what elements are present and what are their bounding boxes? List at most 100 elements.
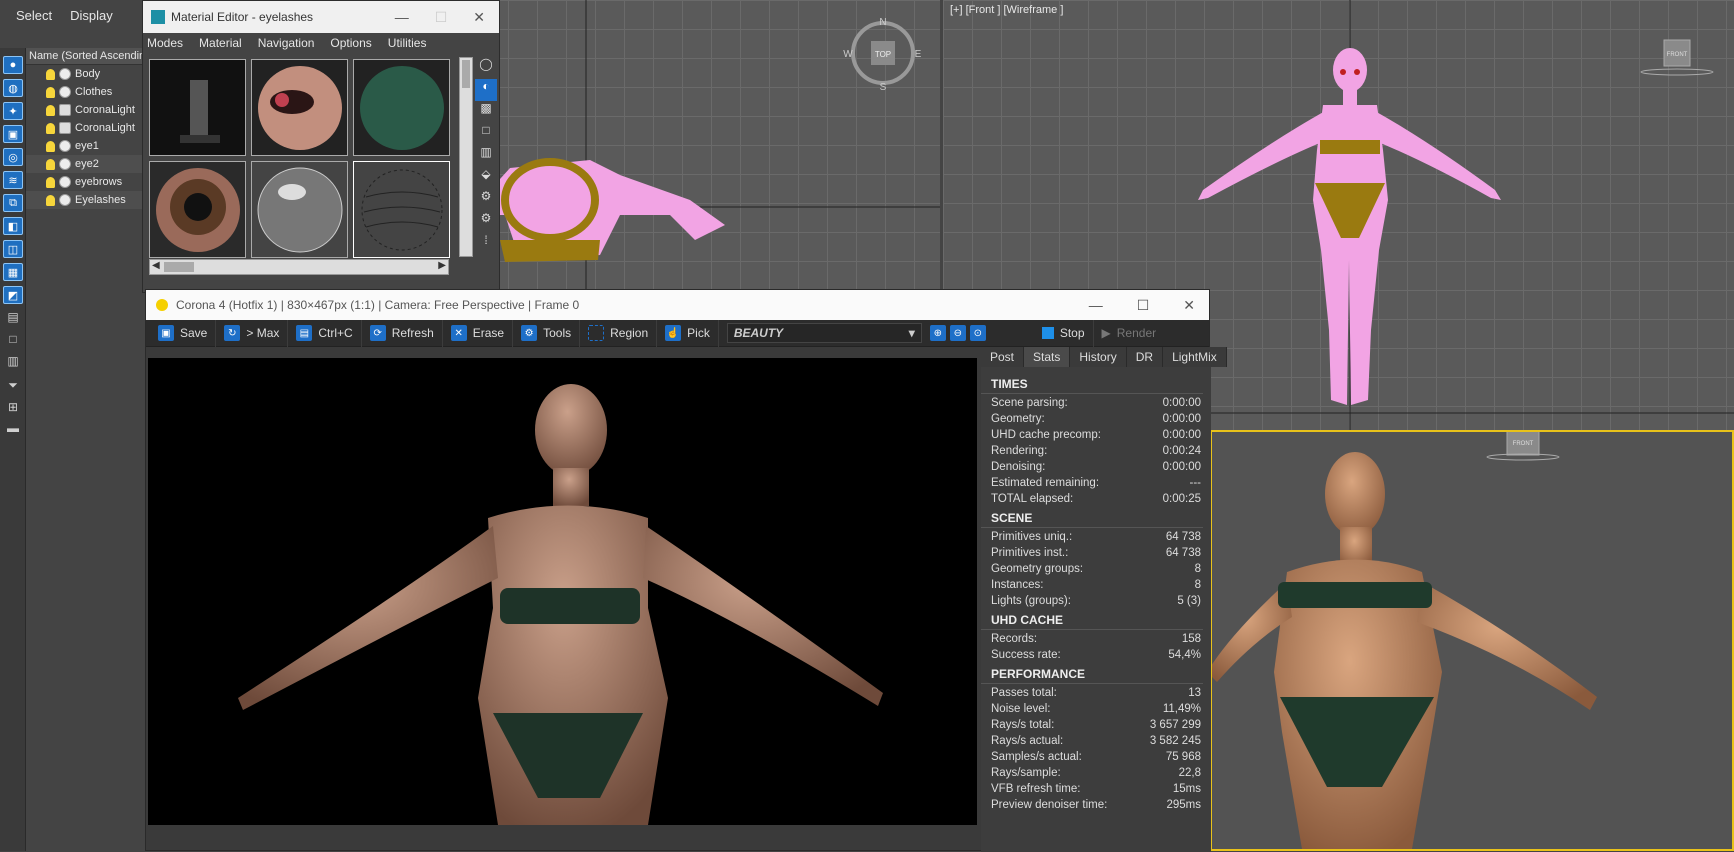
zoom-in-icon[interactable]: ⊕ — [929, 325, 946, 341]
vfb-minimize-icon[interactable]: — — [1089, 297, 1103, 314]
filter-icon[interactable]: ⏷ — [5, 378, 21, 392]
viewport-perspective[interactable]: FRONT — [1210, 430, 1734, 851]
close-icon[interactable]: ✕ — [473, 9, 485, 26]
display-bones-icon[interactable]: ◫ — [3, 240, 23, 258]
stop-button[interactable]: Stop — [1034, 319, 1094, 347]
material-navigator-icon[interactable]: ⁞ — [475, 233, 497, 255]
display-xrefs-icon[interactable]: ◧ — [3, 217, 23, 235]
scroll-thumb[interactable] — [164, 262, 194, 272]
slots-horizontal-scrollbar[interactable]: ◀ ▶ — [149, 259, 449, 275]
display-frozen-icon[interactable]: ◩ — [3, 286, 23, 304]
zoom-out-icon[interactable]: ⊖ — [949, 325, 966, 341]
scene-item-eyebrows[interactable]: eyebrows — [26, 173, 146, 191]
visibility-bulb-icon[interactable] — [46, 122, 55, 134]
render-button[interactable]: ▶ Render — [1094, 320, 1165, 347]
select-invert-icon[interactable]: ▥ — [5, 354, 21, 368]
material-slot-1[interactable] — [149, 59, 246, 156]
scene-item-coronalight[interactable]: CoronaLight — [26, 101, 146, 119]
material-editor-menu-options[interactable]: Options — [330, 36, 371, 50]
region-button[interactable]: Region — [580, 319, 658, 347]
select-by-material-icon[interactable]: ⚙ — [475, 211, 497, 233]
background-icon[interactable]: ▩ — [475, 101, 497, 123]
compass-gizmo[interactable]: TOP N S E W — [843, 17, 921, 93]
material-slot-4[interactable] — [149, 161, 246, 258]
visibility-bulb-icon[interactable] — [46, 158, 55, 170]
tab-post[interactable]: Post — [981, 347, 1025, 367]
material-editor-titlebar[interactable]: Material Editor - eyelashes — ☐ ✕ — [143, 1, 499, 33]
visibility-bulb-icon[interactable] — [46, 140, 55, 152]
vfb-close-icon[interactable]: ✕ — [1183, 297, 1195, 314]
tab-history[interactable]: History — [1070, 347, 1127, 367]
slots-vertical-scrollbar[interactable] — [459, 57, 473, 257]
viewcube-persp-label: FRONT — [1513, 441, 1534, 447]
render-channel-select[interactable]: BEAUTY ▾ — [726, 323, 922, 343]
display-groups-icon[interactable]: ⧉ — [3, 194, 23, 212]
scene-item-clothes[interactable]: Clothes — [26, 83, 146, 101]
scroll-left-icon[interactable]: ◀ — [152, 260, 160, 271]
material-editor-menu-modes[interactable]: Modes — [147, 36, 183, 50]
material-slot-3[interactable] — [353, 59, 450, 156]
select-all-icon[interactable]: ▤ — [5, 310, 21, 324]
display-lights-icon[interactable]: ✦ — [3, 102, 23, 120]
display-cameras-icon[interactable]: ▣ — [3, 125, 23, 143]
display-shapes-icon[interactable]: ◍ — [3, 79, 23, 97]
character-perspective-shaded[interactable] — [1212, 452, 1597, 849]
minimize-icon[interactable]: — — [395, 9, 409, 26]
visibility-bulb-icon[interactable] — [46, 176, 55, 188]
refresh-button[interactable]: ⟳ Refresh — [362, 319, 443, 347]
tools-button[interactable]: ⚙ Tools — [513, 319, 581, 347]
tab-lightmix[interactable]: LightMix — [1163, 347, 1227, 367]
display-containers-icon[interactable]: ▦ — [3, 263, 23, 281]
stats-label: UHD cache precomp: — [991, 429, 1101, 441]
menu-select[interactable]: Select — [16, 8, 52, 23]
visibility-bulb-icon[interactable] — [46, 68, 55, 80]
viewcube-front[interactable]: FRONT — [1640, 39, 1714, 76]
uv-tiling-icon[interactable]: □ — [475, 123, 497, 145]
visibility-bulb-icon[interactable] — [46, 104, 55, 116]
zoom-fit-icon[interactable]: ⊙ — [969, 325, 986, 341]
scene-item-eye2[interactable]: eye2 — [26, 155, 146, 173]
material-slot-2[interactable] — [251, 59, 348, 156]
tab-dr[interactable]: DR — [1126, 347, 1164, 367]
backlight-icon[interactable]: ◐ — [475, 79, 497, 101]
to-max-button[interactable]: ↻ > Max — [216, 319, 289, 347]
material-editor-menu-utilities[interactable]: Utilities — [388, 36, 427, 50]
pick-button[interactable]: ☝ Pick — [657, 319, 719, 347]
select-none-icon[interactable]: □ — [5, 332, 21, 346]
viewport-front-label[interactable]: [+] [Front ] [Wireframe ] — [950, 4, 1063, 16]
make-preview-icon[interactable]: ⬙ — [475, 167, 497, 189]
layer-icon[interactable]: ▬ — [5, 421, 21, 435]
material-editor-menu-navigation[interactable]: Navigation — [258, 36, 315, 50]
display-helpers-icon[interactable]: ◎ — [3, 148, 23, 166]
copy-button[interactable]: ▤ Ctrl+C — [288, 319, 362, 347]
visibility-bulb-icon[interactable] — [46, 194, 55, 206]
display-spacewarps-icon[interactable]: ≋ — [3, 171, 23, 189]
display-geometry-icon[interactable]: ● — [3, 56, 23, 74]
vfb-titlebar[interactable]: Corona 4 (Hotfix 1) | 830×467px (1:1) | … — [146, 290, 1209, 320]
scene-item-eyelashes[interactable]: Eyelashes — [26, 191, 146, 209]
material-slot-6[interactable] — [353, 161, 450, 258]
scene-item-coronalight[interactable]: CoronaLight — [26, 119, 146, 137]
scene-explorer-column-header[interactable]: Name (Sorted Ascending — [26, 48, 146, 65]
stats-value: 0:00:00 — [1162, 397, 1201, 409]
scroll-right-icon[interactable]: ▶ — [438, 260, 446, 271]
video-color-check-icon[interactable]: ▥ — [475, 145, 497, 167]
material-slot-5[interactable] — [251, 161, 348, 258]
hierarchy-icon[interactable]: ⊞ — [5, 400, 21, 414]
vertical-scroll-thumb[interactable] — [462, 60, 470, 88]
save-button[interactable]: ▣ Save — [150, 319, 217, 347]
viewcube-perspective[interactable]: FRONT — [1486, 432, 1560, 461]
stats-value: 3 582 245 — [1149, 735, 1201, 747]
render-output-canvas[interactable] — [148, 358, 977, 825]
maximize-icon[interactable]: ☐ — [435, 9, 448, 26]
options-icon[interactable]: ⚙ — [475, 189, 497, 211]
visibility-bulb-icon[interactable] — [46, 86, 55, 98]
material-editor-menu-material[interactable]: Material — [199, 36, 242, 50]
sample-type-icon[interactable]: ◯ — [475, 57, 497, 79]
scene-item-body[interactable]: Body — [26, 65, 146, 83]
menu-display[interactable]: Display — [70, 8, 113, 23]
tab-stats[interactable]: Stats — [1024, 347, 1071, 367]
scene-item-eye1[interactable]: eye1 — [26, 137, 146, 155]
vfb-maximize-icon[interactable]: ☐ — [1137, 297, 1150, 314]
erase-button[interactable]: ✕ Erase — [443, 319, 514, 347]
